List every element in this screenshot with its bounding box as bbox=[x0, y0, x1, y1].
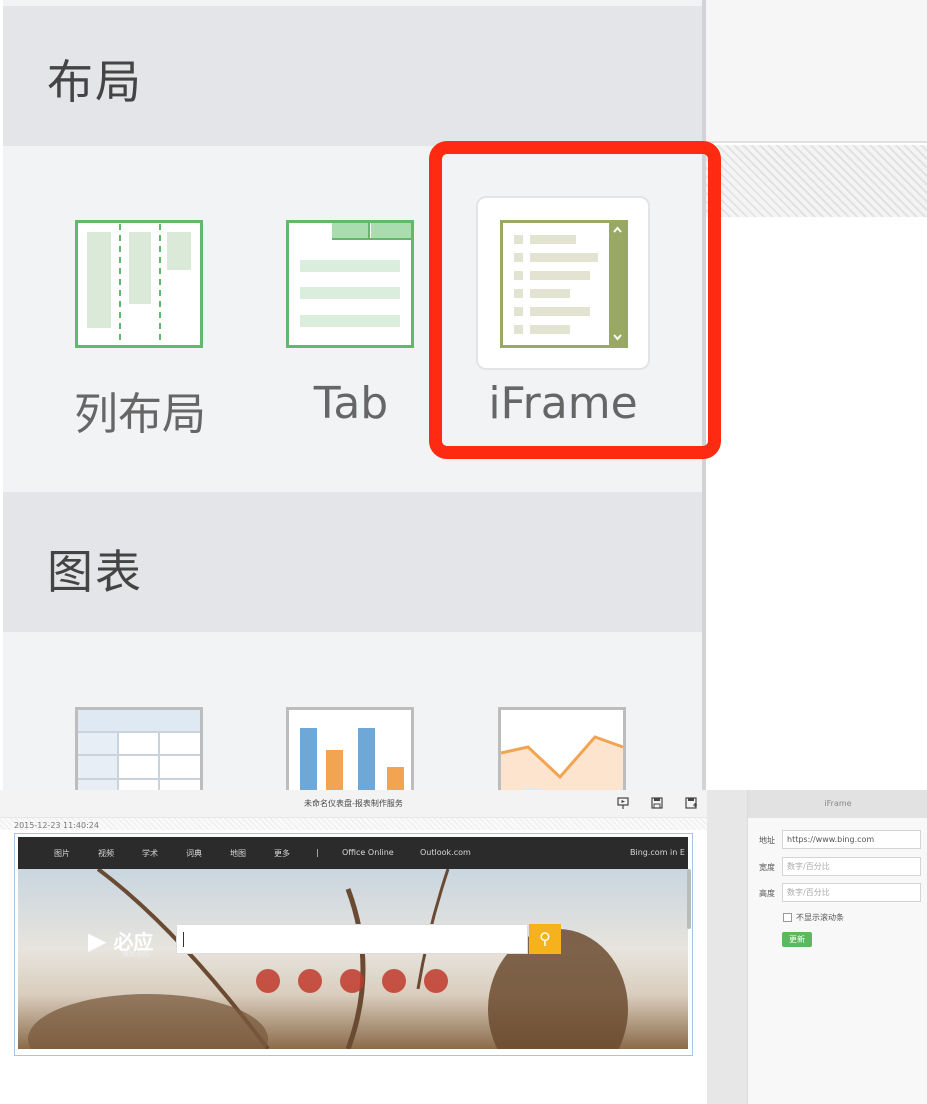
text-cursor bbox=[183, 932, 184, 947]
layout-section-header: 布局 bbox=[3, 6, 705, 146]
bing-nav-item[interactable]: 视频 bbox=[98, 848, 114, 859]
canvas-hatch bbox=[706, 145, 927, 217]
iframe-scrollbar[interactable] bbox=[687, 869, 691, 929]
search-icon[interactable]: ⚲ bbox=[529, 924, 561, 954]
canvas-preview bbox=[706, 0, 927, 790]
props-title: iFrame bbox=[748, 790, 927, 818]
zoomed-widget-panel: 布局 列布局 Tab iFrame 图表 bbox=[0, 0, 927, 790]
width-label: 宽度 bbox=[759, 863, 775, 872]
tool-label-tab: Tab bbox=[313, 378, 389, 429]
preview-icon[interactable] bbox=[616, 796, 630, 810]
bing-nav-item[interactable]: 学术 bbox=[142, 848, 158, 859]
bing-nav-item[interactable]: 更多 bbox=[274, 848, 290, 859]
address-input[interactable]: https://www.bing.com bbox=[782, 830, 921, 849]
tab-layout-icon bbox=[286, 220, 414, 348]
bing-search-input[interactable] bbox=[176, 924, 528, 954]
bing-nav-separator: | bbox=[316, 848, 319, 857]
dashboard-editor: 未命名仪表盘-报表制作服务 2015-12-23 11:40:24 图片 视频 … bbox=[0, 790, 927, 1104]
bing-nav-item[interactable]: Outlook.com bbox=[420, 848, 471, 857]
width-input[interactable]: 数字/百分比 bbox=[782, 857, 921, 876]
bing-logo-sub: 微软必应 bbox=[122, 950, 150, 958]
no-scroll-checkbox[interactable] bbox=[783, 913, 792, 922]
hero-dot[interactable] bbox=[340, 969, 364, 993]
table-chart-icon[interactable] bbox=[75, 707, 205, 790]
hero-dot[interactable] bbox=[382, 969, 406, 993]
height-label: 高度 bbox=[759, 889, 775, 898]
editor-hatch-strip bbox=[0, 818, 707, 830]
editor-title: 未命名仪表盘-报表制作服务 bbox=[304, 799, 403, 808]
hero-dot[interactable] bbox=[256, 969, 280, 993]
tool-column-layout[interactable]: 列布局 bbox=[50, 210, 230, 440]
update-button[interactable]: 更新 bbox=[782, 932, 812, 947]
editor-gutter bbox=[707, 790, 747, 1104]
bar-chart-icon[interactable] bbox=[286, 707, 416, 790]
column-layout-icon bbox=[75, 220, 203, 348]
address-label: 地址 bbox=[759, 836, 775, 845]
bing-nav-item[interactable]: Office Online bbox=[342, 848, 394, 857]
chart-section-title: 图表 bbox=[47, 545, 143, 599]
editor-toolbar: 未命名仪表盘-报表制作服务 bbox=[0, 790, 731, 818]
canvas-top-bar bbox=[706, 0, 927, 143]
bing-nav-item[interactable]: 词典 bbox=[186, 848, 202, 859]
save-as-icon[interactable] bbox=[684, 796, 698, 810]
bing-nav-bar: 图片 视频 学术 词典 地图 更多 | Office Online Outloo… bbox=[18, 837, 688, 869]
bing-hero-image: ▶ 必应 微软必应 ⚲ bbox=[18, 869, 688, 1049]
iframe-properties-panel: iFrame 地址 https://www.bing.com 宽度 数字/百分比… bbox=[747, 790, 927, 1104]
bing-nav-item[interactable]: 地图 bbox=[230, 848, 246, 859]
tool-label-column-layout: 列布局 bbox=[74, 389, 206, 440]
chart-section-header: 图表 bbox=[3, 492, 705, 632]
hero-branches bbox=[28, 869, 628, 1049]
height-input[interactable]: 数字/百分比 bbox=[782, 883, 921, 902]
hero-dot[interactable] bbox=[424, 969, 448, 993]
bing-nav-item[interactable]: 图片 bbox=[54, 848, 70, 859]
layout-section-title: 布局 bbox=[47, 55, 143, 109]
save-icon[interactable] bbox=[650, 796, 664, 810]
iframe-highlight-box bbox=[429, 141, 721, 459]
no-scroll-label: 不显示滚动条 bbox=[796, 913, 844, 922]
iframe-widget[interactable]: 图片 视频 学术 词典 地图 更多 | Office Online Outloo… bbox=[14, 833, 693, 1056]
bing-nav-right[interactable]: Bing.com in E bbox=[630, 848, 685, 857]
hero-dot[interactable] bbox=[298, 969, 322, 993]
editor-timestamp: 2015-12-23 11:40:24 bbox=[14, 821, 99, 830]
area-chart-icon[interactable] bbox=[498, 707, 628, 790]
tool-tab[interactable]: Tab bbox=[261, 210, 441, 440]
